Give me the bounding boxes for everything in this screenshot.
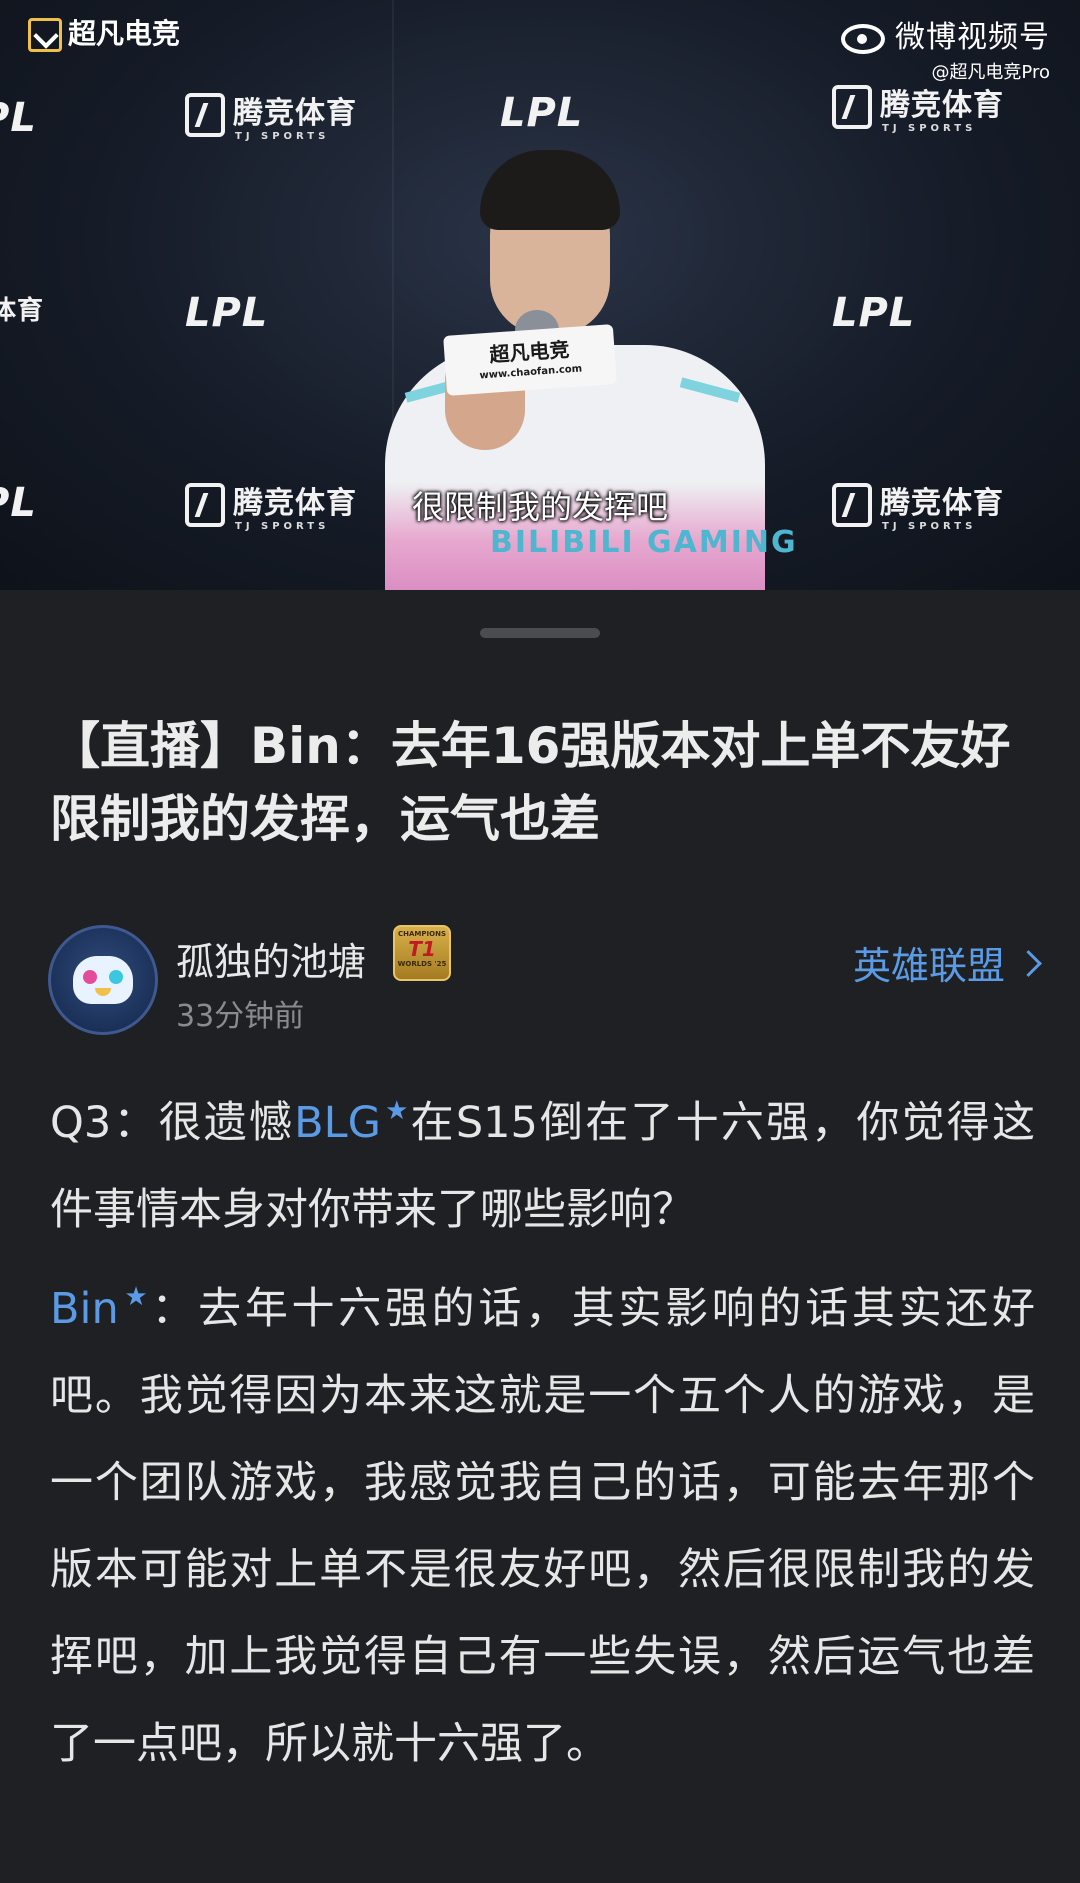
post-sheet: 【直播】Bin：去年16强版本对上单不友好限制我的发挥，运气也差 孤独的池塘 C…	[0, 590, 1080, 1883]
lpl-wall-logo: LPL	[832, 290, 916, 336]
chevron-right-icon	[1015, 950, 1042, 977]
weibo-logo-icon	[841, 23, 885, 54]
chaofan-logo-icon	[28, 18, 62, 52]
mic-flag: 超凡电竞 www.chaofan.com	[443, 324, 617, 396]
lpl-wall-logo: LPL	[500, 90, 584, 136]
jersey-sponsor-text: BILIBILI GAMING	[490, 525, 798, 560]
topic-link[interactable]: 英雄联盟	[852, 935, 1042, 990]
author-name[interactable]: 孤独的池塘	[176, 931, 366, 986]
video-subtitle: 很限制我的发挥吧	[411, 488, 668, 526]
star-icon: ★	[120, 1282, 152, 1312]
weibo-video-watermark: 微博视频号 @超凡电竞Pro	[841, 12, 1050, 84]
sheet-drag-handle[interactable]	[480, 628, 600, 638]
topic-label: 英雄联盟	[852, 944, 1005, 988]
question-prefix: Q3：很遗憾	[50, 1098, 295, 1148]
post-title: 【直播】Bin：去年16强版本对上单不友好限制我的发挥，运气也差	[50, 717, 1011, 848]
player-mention-link[interactable]: Bin	[50, 1284, 119, 1334]
hair	[480, 150, 620, 230]
tj-sports-wall-logo: 体育	[0, 296, 45, 326]
tj-sports-wall-logo: 腾竞体育 TJ SPORTS	[832, 80, 1004, 134]
champions-badge-icon[interactable]: CHAMPIONS T1 WORLDS '25	[393, 925, 451, 981]
star-icon: ★	[382, 1096, 411, 1126]
answer-text: ：去年十六强的话，其实影响的话其实还好吧。我觉得因为本来这就是一个五个人的游戏，…	[50, 1284, 1036, 1769]
team-mention-link[interactable]: BLG	[294, 1098, 381, 1148]
lpl-wall-logo: PL	[0, 95, 37, 141]
lpl-wall-logo: LPL	[185, 290, 269, 336]
avatar-mascot	[73, 956, 133, 1004]
tj-sports-wall-logo: 腾竞体育 TJ SPORTS	[185, 88, 357, 142]
avatar[interactable]	[48, 925, 158, 1035]
post-body: Q3：很遗憾BLG★在S15倒在了十六强，你觉得这件事情本身对你带来了哪些影响？…	[50, 1068, 1035, 1788]
channel-watermark: 超凡电竞	[28, 12, 180, 52]
video-player[interactable]: PL 腾竞体育 TJ SPORTS LPL 腾竞体育 TJ SPORTS 体育 …	[0, 0, 1080, 590]
post-timestamp: 33分钟前	[176, 999, 305, 1034]
author-row: 孤独的池塘 CHAMPIONS T1 WORLDS '25 33分钟前 英雄联盟	[48, 925, 1042, 1035]
